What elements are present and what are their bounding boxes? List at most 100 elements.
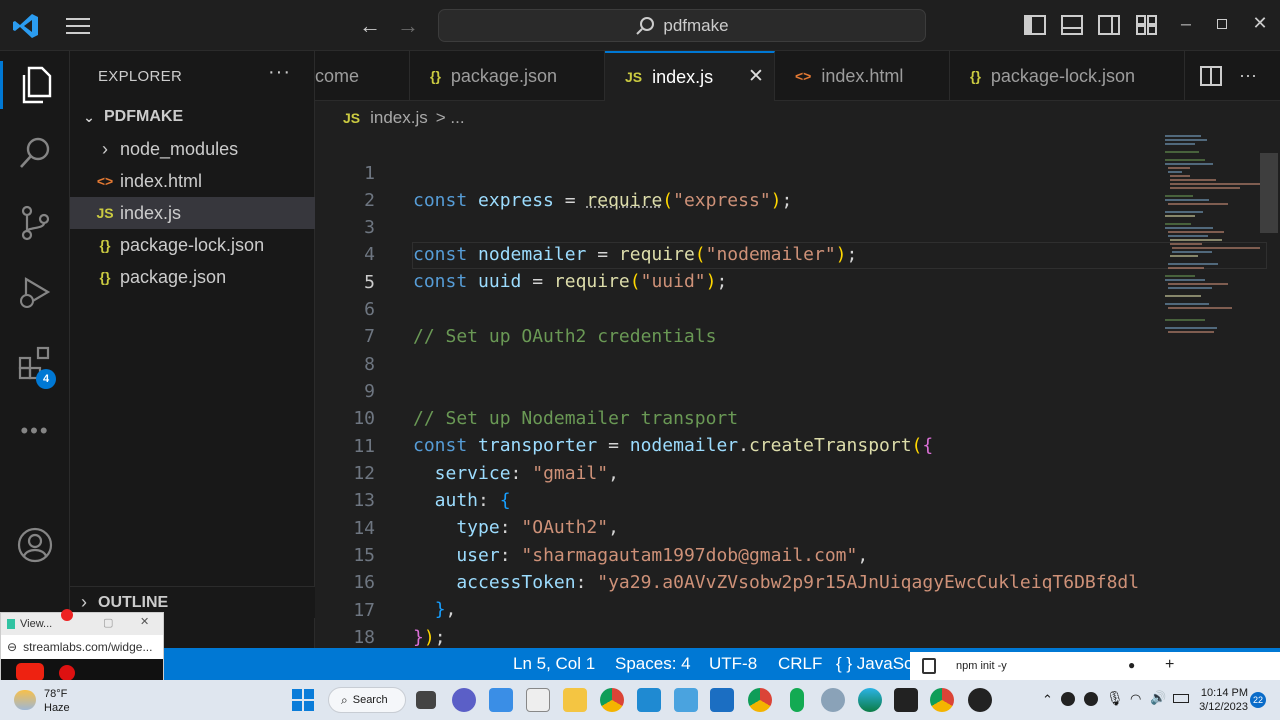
forward-arrow-icon[interactable]: →	[395, 13, 421, 39]
vertical-scrollbar[interactable]	[1260, 153, 1278, 233]
tray-app-icon[interactable]	[1084, 692, 1098, 706]
cursor-position[interactable]: Ln 5, Col 1	[513, 648, 595, 680]
language-mode[interactable]: { } JavaSc	[836, 648, 913, 680]
tab-package-json[interactable]: {} package.json	[410, 51, 605, 101]
settings-icon[interactable]	[821, 688, 845, 712]
close-icon[interactable]: ✕	[140, 615, 149, 628]
tab-index-js[interactable]: JS index.js ✕	[605, 51, 775, 101]
code-line: 12 auth: {	[315, 433, 1165, 511]
breadcrumb-separator[interactable]: > ...	[436, 108, 465, 128]
tab-label: index.html	[821, 65, 904, 86]
tree-item-package-lock-json[interactable]: {} package-lock.json	[70, 229, 315, 261]
chrome-secondary-icon[interactable]	[930, 688, 954, 712]
toggle-secondary-sidebar-icon[interactable]	[1097, 14, 1121, 36]
microphone-icon[interactable]: 🎙	[1106, 690, 1124, 707]
code-line: 19 // User database	[315, 625, 1165, 648]
taskbar-search[interactable]: ⌕ Search	[328, 687, 406, 713]
windows-logo-icon	[292, 689, 314, 711]
terminal-notification[interactable]: npm init -y ● +	[910, 652, 1280, 680]
overlay-url: streamlabs.com/widge...	[23, 640, 153, 654]
overlay-url-row: ⊖ streamlabs.com/widge...	[1, 635, 163, 659]
minimap[interactable]	[1160, 135, 1260, 648]
close-window-icon[interactable]: ✕	[1250, 12, 1270, 34]
weather-widget[interactable]: 78°F Haze	[14, 686, 94, 716]
start-button[interactable]	[292, 689, 314, 711]
explorer-more-icon[interactable]: ···	[268, 61, 291, 84]
js-file-icon: JS	[625, 69, 643, 85]
weather-desc: Haze	[44, 702, 70, 714]
tray-obs-icon[interactable]	[1061, 692, 1075, 706]
code-line: 15 accessToken: "ya29.a0AVvZVsobw2p9r15A…	[315, 515, 1165, 593]
add-icon[interactable]: +	[1165, 656, 1174, 674]
editor-tab-bar: come {} package.json JS index.js ✕ <> in…	[315, 51, 1280, 101]
screen-recorder-icon[interactable]	[710, 688, 734, 712]
end-of-line[interactable]: CRLF	[778, 648, 822, 680]
command-center-search[interactable]: pdfmake	[438, 9, 926, 42]
tab-index-html[interactable]: <> index.html	[775, 51, 950, 101]
edge-icon[interactable]	[858, 688, 882, 712]
clock[interactable]: 10:14 PM 3/12/2023	[1198, 687, 1248, 713]
mongodb-icon[interactable]	[790, 688, 804, 712]
vscode-icon[interactable]	[637, 688, 661, 712]
source-control-activity[interactable]	[0, 193, 70, 253]
overlay-title-row: View... ▢ ✕	[1, 609, 163, 635]
chrome-icon[interactable]	[600, 688, 624, 712]
volume-icon[interactable]: 🔊	[1150, 690, 1166, 706]
tree-item-label: node_modules	[120, 138, 239, 159]
minimize-icon[interactable]: ─	[1176, 14, 1196, 34]
code-line: 9 // Set up Nodemailer transport	[315, 351, 1165, 429]
split-editor-icon[interactable]	[1199, 65, 1223, 87]
obs-icon[interactable]	[968, 688, 992, 712]
chat-icon[interactable]	[452, 688, 476, 712]
search-icon: ⌕	[341, 692, 348, 707]
run-debug-activity[interactable]	[0, 263, 70, 323]
vscode-logo-icon[interactable]	[10, 10, 42, 42]
wifi-icon[interactable]: ◠	[1130, 691, 1141, 707]
json-file-icon: {}	[430, 68, 441, 84]
menu-icon[interactable]	[64, 13, 92, 39]
tab-label: package-lock.json	[990, 65, 1135, 86]
clock-time: 10:14 PM	[1200, 687, 1248, 699]
tree-item-package-json[interactable]: {} package.json	[70, 261, 315, 293]
notepad-icon[interactable]	[674, 688, 698, 712]
file-explorer-icon[interactable]	[563, 688, 587, 712]
tree-item-node-modules[interactable]: › node_modules	[70, 133, 315, 165]
chrome-profile-icon[interactable]	[748, 688, 772, 712]
terminal-icon[interactable]	[894, 688, 918, 712]
folder-header[interactable]: ⌄ PDFMAKE	[70, 101, 315, 133]
chevron-right-icon: ›	[81, 592, 87, 612]
snipping-tool-icon[interactable]	[526, 688, 550, 712]
streamlabs-popup[interactable]: View... ▢ ✕ ⊖ streamlabs.com/widge...	[0, 609, 164, 682]
explorer-sidebar: EXPLORER ··· ⌄ PDFMAKE › node_modules <>…	[70, 51, 315, 648]
battery-icon[interactable]	[1173, 694, 1189, 703]
record-icon	[59, 665, 75, 681]
tray-chevron-icon[interactable]: ⌃	[1042, 692, 1053, 708]
tab-package-lock-json[interactable]: {} package-lock.json	[950, 51, 1185, 101]
tab-welcome[interactable]: come	[315, 51, 410, 101]
toggle-primary-sidebar-icon[interactable]	[1023, 14, 1047, 36]
task-view-icon[interactable]	[416, 691, 436, 709]
encoding[interactable]: UTF-8	[709, 648, 757, 680]
close-tab-icon[interactable]: ✕	[748, 65, 764, 88]
code-line: 5	[315, 242, 1165, 293]
notification-count-badge[interactable]: 22	[1250, 692, 1266, 708]
indentation[interactable]: Spaces: 4	[615, 648, 691, 680]
tree-item-index-js[interactable]: JS index.js	[70, 197, 315, 229]
toggle-panel-icon[interactable]	[1060, 14, 1084, 36]
code-editor[interactable]: 1 const express = require("express"); 2 …	[315, 135, 1280, 648]
restore-icon[interactable]: ▢	[103, 616, 113, 629]
code-line: 6 // Set up OAuth2 credentials	[315, 269, 1165, 347]
maximize-icon[interactable]	[1212, 14, 1232, 34]
explorer-activity[interactable]	[0, 55, 70, 115]
accounts-activity[interactable]	[0, 515, 70, 575]
back-arrow-icon[interactable]: ←	[357, 13, 383, 39]
more-actions-icon[interactable]: ···	[1235, 63, 1261, 87]
search-activity[interactable]	[0, 123, 70, 183]
customize-layout-icon[interactable]	[1135, 14, 1159, 36]
more-activity[interactable]: •••	[0, 401, 70, 461]
paint-icon[interactable]	[489, 688, 513, 712]
notification-text: npm init -y	[956, 660, 1007, 672]
tree-item-index-html[interactable]: <> index.html	[70, 165, 315, 197]
breadcrumb-file[interactable]: index.js	[370, 108, 428, 128]
extensions-activity[interactable]: 4	[0, 333, 70, 393]
